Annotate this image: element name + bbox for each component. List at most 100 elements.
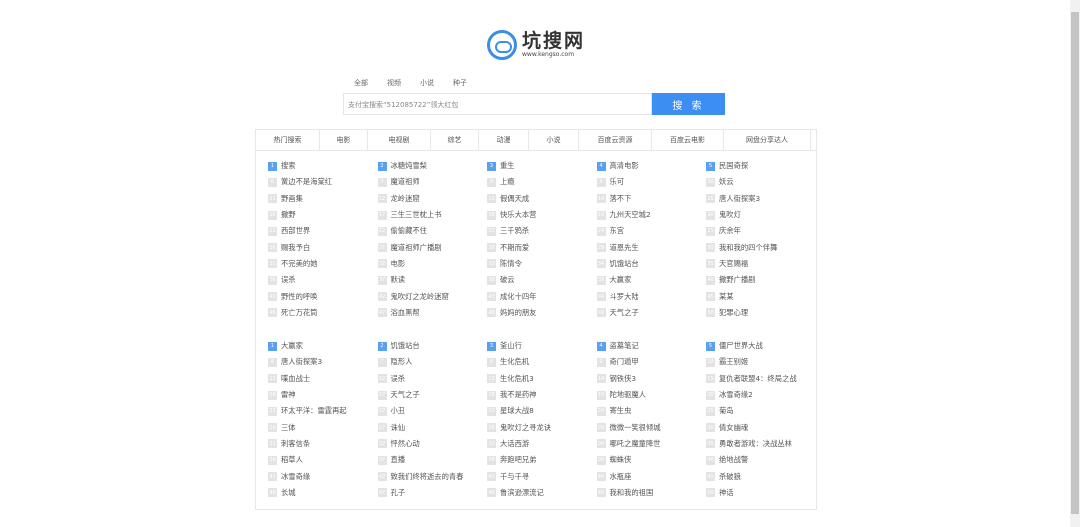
list-item[interactable]: 23 三千鸦杀 bbox=[487, 223, 597, 239]
list-item[interactable]: 29 微微一笑很倾城 bbox=[596, 419, 707, 435]
list-item[interactable]: 50 神话 bbox=[706, 485, 816, 501]
list-item[interactable]: 31 不完美的她 bbox=[268, 256, 378, 272]
list-item[interactable]: 25 菊岛 bbox=[706, 403, 816, 419]
category-tab[interactable]: 百度云资源 bbox=[579, 130, 652, 150]
list-item[interactable]: 24 东宫 bbox=[596, 223, 707, 239]
list-item[interactable]: 36 误杀 bbox=[268, 272, 378, 288]
list-item[interactable]: 38 奔跑吧兄弟 bbox=[487, 452, 597, 468]
search-tab-video[interactable]: 视频 bbox=[387, 78, 401, 88]
list-item[interactable]: 15 唐人街探案3 bbox=[706, 191, 816, 207]
list-item[interactable]: 38 破云 bbox=[487, 272, 597, 288]
list-item[interactable]: 15 复仇者联盟4：终局之战 bbox=[706, 371, 816, 387]
list-item[interactable]: 10 妖云 bbox=[706, 174, 816, 190]
list-item[interactable]: 30 倩女幽魂 bbox=[706, 419, 816, 435]
category-tab[interactable]: 电影 bbox=[320, 130, 368, 150]
list-item[interactable]: 30 我和我的四个伴舞 bbox=[706, 239, 816, 255]
list-item[interactable]: 5 僵尸世界大战 bbox=[706, 338, 816, 354]
list-item[interactable]: 35 勇敢者游戏：决战丛林 bbox=[706, 436, 816, 452]
category-tab[interactable]: 热门搜索 bbox=[256, 130, 320, 150]
list-item[interactable]: 45 某某 bbox=[706, 288, 816, 304]
list-item[interactable]: 44 水瓶座 bbox=[596, 468, 707, 484]
list-item[interactable]: 34 饥饿站台 bbox=[596, 256, 707, 272]
list-item[interactable]: 19 九州天空城2 bbox=[596, 207, 707, 223]
list-item[interactable]: 14 钢铁侠3 bbox=[596, 371, 707, 387]
list-item[interactable]: 14 落不下 bbox=[596, 191, 707, 207]
list-item[interactable]: 32 电影 bbox=[377, 256, 488, 272]
list-item[interactable]: 9 奇门遁甲 bbox=[596, 354, 707, 370]
category-tab[interactable]: 小说 bbox=[529, 130, 579, 150]
list-item[interactable]: 27 魔道祖师广播剧 bbox=[377, 239, 488, 255]
list-item[interactable]: 27 诛仙 bbox=[377, 419, 488, 435]
list-item[interactable]: 43 千与千寻 bbox=[487, 468, 597, 484]
list-item[interactable]: 3 重生 bbox=[487, 158, 597, 174]
list-item[interactable]: 40 撒野广播剧 bbox=[706, 272, 816, 288]
list-item[interactable]: 2 饥饿站台 bbox=[377, 338, 488, 354]
site-logo[interactable]: 坑搜网 www.kengso.com bbox=[487, 30, 585, 60]
search-button[interactable]: 搜 索 bbox=[652, 93, 725, 115]
search-tab-all[interactable]: 全部 bbox=[354, 78, 368, 88]
list-item[interactable]: 11 野画集 bbox=[268, 191, 378, 207]
list-item[interactable]: 28 不期而爱 bbox=[487, 239, 597, 255]
list-item[interactable]: 33 大话西游 bbox=[487, 436, 597, 452]
list-item[interactable]: 28 鬼吹灯之寻龙诀 bbox=[487, 419, 597, 435]
list-item[interactable]: 37 默读 bbox=[377, 272, 488, 288]
list-item[interactable]: 49 我和我的祖国 bbox=[596, 485, 707, 501]
list-item[interactable]: 24 寄生虫 bbox=[596, 403, 707, 419]
list-item[interactable]: 6 黉边不是海棠红 bbox=[268, 174, 378, 190]
list-item[interactable]: 42 致我们终将逝去的青春 bbox=[377, 468, 488, 484]
list-item[interactable]: 36 稻草人 bbox=[268, 452, 378, 468]
scrollbar[interactable] bbox=[1070, 0, 1080, 527]
search-tab-novel[interactable]: 小说 bbox=[420, 78, 434, 88]
list-item[interactable]: 21 西部世界 bbox=[268, 223, 378, 239]
list-item[interactable]: 48 妈妈的朋友 bbox=[487, 305, 597, 321]
category-tab[interactable]: 电视剧 bbox=[368, 130, 431, 150]
list-item[interactable]: 29 道恩先生 bbox=[596, 239, 707, 255]
list-item[interactable]: 16 雷神 bbox=[268, 387, 378, 403]
list-item[interactable]: 4 盗墓笔记 bbox=[596, 338, 707, 354]
search-tab-torrent[interactable]: 种子 bbox=[453, 78, 467, 88]
list-item[interactable]: 35 天官赐福 bbox=[706, 256, 816, 272]
list-item[interactable]: 7 隐形人 bbox=[377, 354, 488, 370]
list-item[interactable]: 45 杀破狼 bbox=[706, 468, 816, 484]
list-item[interactable]: 20 鬼吹灯 bbox=[706, 207, 816, 223]
list-item[interactable]: 42 鬼吹灯之龙岭迷窟 bbox=[377, 288, 488, 304]
category-tab[interactable]: 综艺 bbox=[431, 130, 479, 150]
list-item[interactable]: 46 死亡万花筒 bbox=[268, 305, 378, 321]
list-item[interactable]: 46 长城 bbox=[268, 485, 378, 501]
category-tab[interactable]: 百度云电影 bbox=[652, 130, 724, 150]
list-item[interactable]: 19 陀地驱魔人 bbox=[596, 387, 707, 403]
list-item[interactable]: 41 冰雪奇缘 bbox=[268, 468, 378, 484]
list-item[interactable]: 9 乐可 bbox=[596, 174, 707, 190]
list-item[interactable]: 22 小丑 bbox=[377, 403, 488, 419]
list-item[interactable]: 12 龙岭迷窟 bbox=[377, 191, 488, 207]
list-item[interactable]: 47 孔子 bbox=[377, 485, 488, 501]
list-item[interactable]: 17 三生三世枕上书 bbox=[377, 207, 488, 223]
list-item[interactable]: 49 天气之子 bbox=[596, 305, 707, 321]
list-item[interactable]: 33 陈情令 bbox=[487, 256, 597, 272]
list-item[interactable]: 26 三体 bbox=[268, 419, 378, 435]
list-item[interactable]: 4 高清电影 bbox=[596, 158, 707, 174]
list-item[interactable]: 34 哪吒之魔童降世 bbox=[596, 436, 707, 452]
category-tab[interactable]: 网盘分享达人 bbox=[724, 130, 811, 150]
scrollbar-thumb[interactable] bbox=[1071, 12, 1079, 514]
search-input[interactable]: 支付宝搜索“512085722”领大红包 bbox=[343, 93, 652, 115]
list-item[interactable]: 8 上瘾 bbox=[487, 174, 597, 190]
list-item[interactable]: 22 偷偷藏不住 bbox=[377, 223, 488, 239]
list-item[interactable]: 11 喋血战士 bbox=[268, 371, 378, 387]
list-item[interactable]: 23 星球大战8 bbox=[487, 403, 597, 419]
list-item[interactable]: 40 绝地战警 bbox=[706, 452, 816, 468]
list-item[interactable]: 18 我不是药神 bbox=[487, 387, 597, 403]
list-item[interactable]: 1 大赢家 bbox=[268, 338, 378, 354]
list-item[interactable]: 43 成化十四年 bbox=[487, 288, 597, 304]
list-item[interactable]: 39 大赢家 bbox=[596, 272, 707, 288]
list-item[interactable]: 6 唐人街探案3 bbox=[268, 354, 378, 370]
list-item[interactable]: 20 冰雪奇缘2 bbox=[706, 387, 816, 403]
list-item[interactable]: 18 快乐大本营 bbox=[487, 207, 597, 223]
list-item[interactable]: 37 直播 bbox=[377, 452, 488, 468]
list-item[interactable]: 16 撒野 bbox=[268, 207, 378, 223]
list-item[interactable]: 50 犯罪心理 bbox=[706, 305, 816, 321]
list-item[interactable]: 25 庆余年 bbox=[706, 223, 816, 239]
list-item[interactable]: 31 刺客信条 bbox=[268, 436, 378, 452]
list-item[interactable]: 13 生化危机3 bbox=[487, 371, 597, 387]
list-item[interactable]: 44 斗罗大陆 bbox=[596, 288, 707, 304]
